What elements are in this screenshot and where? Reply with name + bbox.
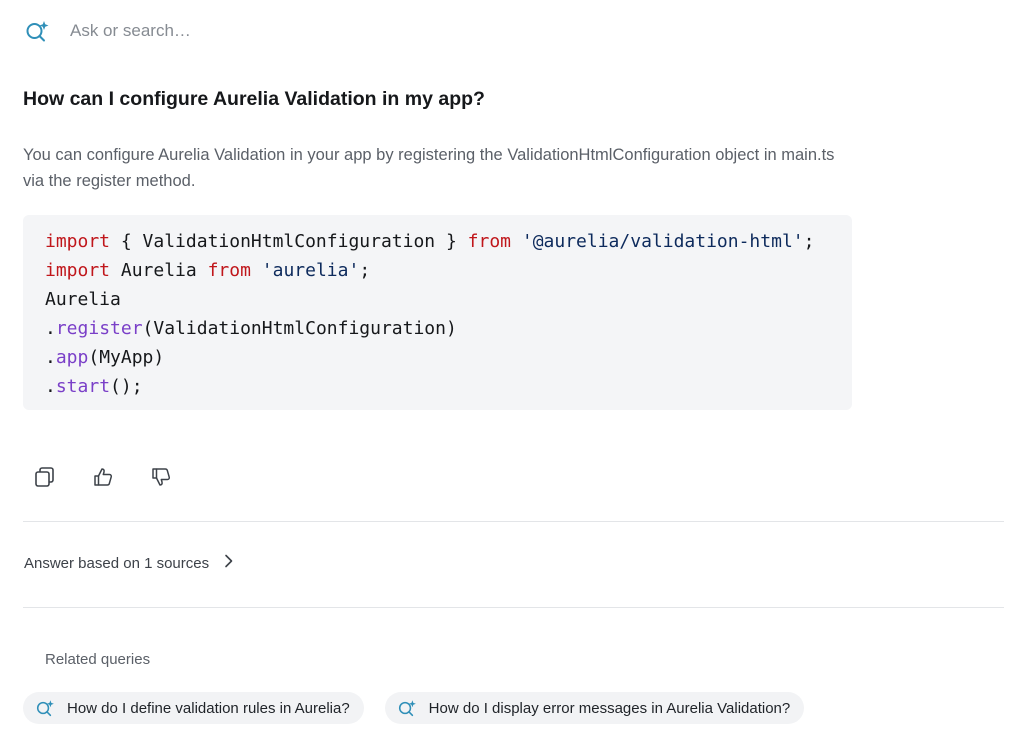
thumbs-up-icon	[92, 466, 114, 493]
ai-search-icon	[22, 16, 52, 46]
sources-label: Answer based on 1 sources	[24, 554, 210, 572]
code-line: .app(MyApp)	[45, 343, 852, 372]
code-token: import	[45, 260, 111, 281]
thumbs-down-button[interactable]	[146, 465, 176, 493]
code-token: from	[207, 260, 251, 281]
code-line: .start();	[45, 372, 852, 401]
code-token: (MyApp)	[88, 347, 165, 368]
thumbs-up-button[interactable]	[88, 465, 118, 493]
code-token: ;	[359, 260, 371, 281]
code-line: import Aurelia from 'aurelia';	[45, 256, 852, 285]
page: How can I configure Aurelia Validation i…	[0, 0, 1024, 752]
code-token: 'aurelia'	[261, 260, 360, 281]
copy-button[interactable]	[30, 465, 60, 493]
code-token: '@aurelia/validation-html'	[521, 231, 804, 252]
code-token: .	[45, 318, 56, 339]
code-token: from	[467, 231, 512, 252]
related-queries-title: Related queries	[45, 651, 151, 668]
ai-search-icon	[397, 697, 419, 719]
code-block: import { ValidationHtmlConfiguration } f…	[23, 215, 852, 410]
code-line: .register(ValidationHtmlConfiguration)	[45, 314, 852, 343]
code-line: Aurelia	[45, 285, 852, 314]
ai-search-icon	[35, 697, 57, 719]
code-token: app	[55, 347, 89, 368]
search-bar[interactable]	[22, 14, 1002, 48]
related-query-label: How do I display error messages in Aurel…	[428, 699, 791, 717]
question-title: How can I configure Aurelia Validation i…	[23, 88, 485, 110]
related-query-chip[interactable]: How do I display error messages in Aurel…	[384, 692, 805, 724]
related-queries: How do I define validation rules in Aure…	[23, 692, 805, 724]
code-token: .	[45, 347, 56, 368]
code-token: ();	[110, 376, 143, 397]
thumbs-down-icon	[150, 466, 172, 493]
answer-actions	[30, 465, 176, 493]
code-line: import { ValidationHtmlConfiguration } f…	[45, 227, 852, 256]
code-token: (ValidationHtmlConfiguration)	[142, 318, 457, 339]
code-token: { ValidationHtmlConfiguration }	[110, 231, 468, 252]
code-token: ;	[803, 231, 815, 252]
divider	[23, 521, 1004, 522]
sources-toggle[interactable]: Answer based on 1 sources	[24, 554, 235, 572]
code-token: start	[55, 376, 111, 397]
copy-icon	[34, 466, 56, 493]
related-query-chip[interactable]: How do I define validation rules in Aure…	[23, 692, 364, 724]
chevron-right-icon	[223, 554, 235, 572]
code-token: Aurelia	[110, 260, 208, 281]
code-token: Aurelia	[45, 289, 121, 310]
related-query-label: How do I define validation rules in Aure…	[67, 699, 350, 717]
search-input[interactable]	[70, 21, 670, 41]
code-token: .	[45, 376, 56, 397]
code-token: register	[55, 318, 143, 339]
answer-text: You can configure Aurelia Validation in …	[23, 146, 835, 190]
code-token: import	[45, 231, 111, 252]
divider	[23, 607, 1004, 608]
